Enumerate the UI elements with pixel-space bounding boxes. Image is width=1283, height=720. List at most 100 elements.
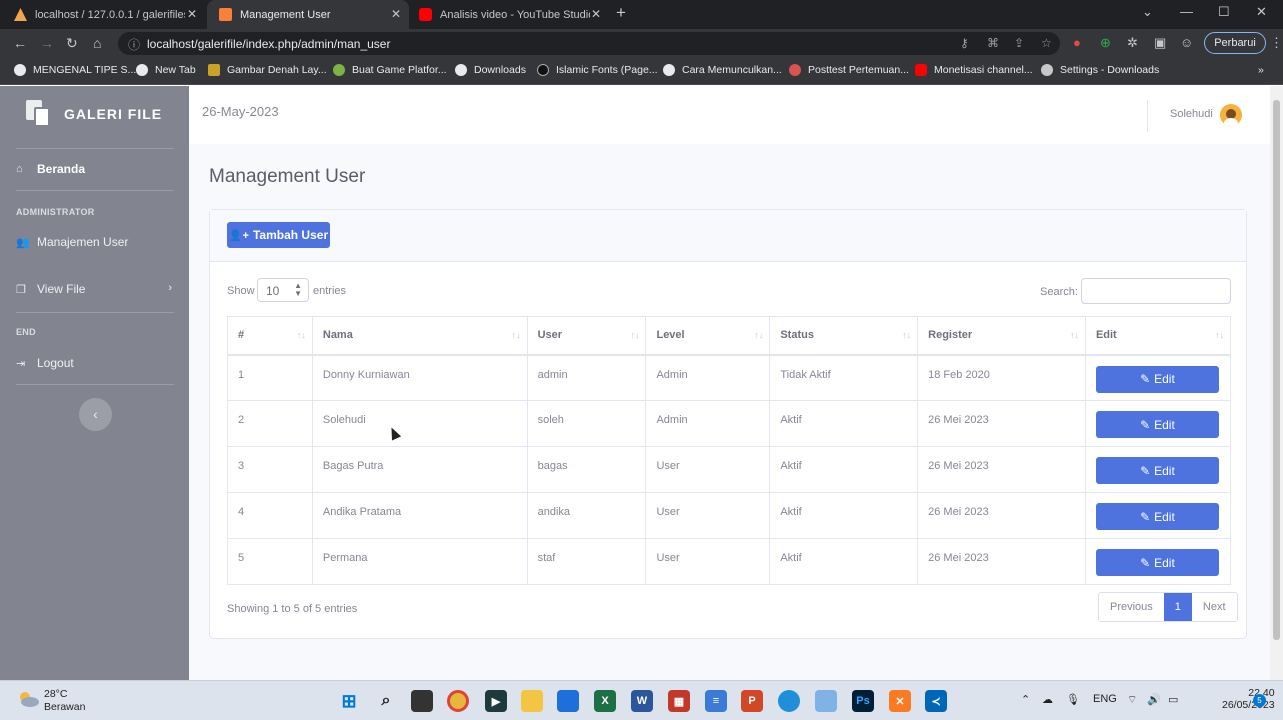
page-1-button[interactable]: 1 <box>1163 593 1192 621</box>
weather-desc[interactable]: Berawan <box>44 701 85 713</box>
edit-button[interactable]: ✎ Edit <box>1095 549 1219 576</box>
url-text[interactable]: localhost/galerifile/index.php/admin/man… <box>147 37 390 51</box>
notification-badge[interactable]: 5 <box>1253 694 1266 707</box>
bookmark-item[interactable]: Settings - Downloads <box>1041 64 1159 76</box>
page-size-select[interactable]: 10 ▲ ▼ <box>257 278 309 302</box>
sidepanel-icon[interactable]: ▣ <box>1154 35 1166 51</box>
edit-button[interactable]: ✎ Edit <box>1095 457 1219 484</box>
add-extension-icon[interactable]: ⊕ <box>1100 35 1111 51</box>
word-icon[interactable]: W <box>631 690 653 712</box>
weather-temp[interactable]: 28°C <box>44 688 67 700</box>
next-page-button[interactable]: Next <box>1192 593 1237 621</box>
browser-tab-youtube[interactable]: Analisis video - YouTube Studio ✕ <box>409 0 609 29</box>
page-scrollbar[interactable] <box>1270 86 1283 680</box>
column-header-register[interactable]: Register ↑↓ <box>917 316 1086 356</box>
edge-icon[interactable] <box>778 690 800 712</box>
bookmark-item[interactable]: Islamic Fonts (Page... <box>537 64 658 76</box>
browser-tab-phpmyadmin[interactable]: localhost / 127.0.0.1 / galerifiles_ ✕ <box>0 0 205 29</box>
edit-button[interactable]: ✎ Edit <box>1095 411 1219 438</box>
user-name[interactable]: Solehudi <box>1170 108 1213 120</box>
update-button[interactable]: Perbarui <box>1204 32 1266 54</box>
volume-icon[interactable]: 🔊 <box>1147 693 1161 706</box>
photoshop-icon[interactable]: Ps <box>852 690 874 712</box>
sidebar-item-beranda[interactable]: ⌂ Beranda <box>16 162 85 176</box>
notepad-icon[interactable]: ≡ <box>705 690 727 712</box>
wifi-icon[interactable]: ⌔ <box>1127 693 1137 707</box>
edit-button[interactable]: ✎ Edit <box>1095 365 1219 393</box>
bookmark-star-icon[interactable]: ☆ <box>1041 36 1052 50</box>
address-bar[interactable]: ⓘ localhost/galerifile/index.php/admin/m… <box>118 32 1060 55</box>
files-icon <box>26 100 52 128</box>
chevron-up-icon[interactable]: ⌃ <box>1021 693 1030 706</box>
profile-icon[interactable]: ☺ <box>1180 35 1193 50</box>
xampp-icon[interactable]: ✕ <box>889 690 911 712</box>
bookmark-item[interactable]: Monetisasi channel... <box>915 64 1033 76</box>
sidebar-toggle-button[interactable]: ‹ <box>79 398 112 431</box>
battery-icon[interactable]: ▭ <box>1168 693 1178 706</box>
scrollbar-thumb[interactable] <box>1273 100 1280 640</box>
minimize-button[interactable]: — <box>1180 4 1193 19</box>
close-window-button[interactable]: ✕ <box>1256 4 1267 20</box>
reload-icon[interactable]: ↻ <box>66 35 78 52</box>
task-view-icon[interactable] <box>411 690 433 712</box>
bookmark-item[interactable]: MENGENAL TIPE S... <box>14 64 136 76</box>
home-icon[interactable]: ⌂ <box>93 35 101 51</box>
language-indicator[interactable]: ENG <box>1093 693 1117 705</box>
chrome-icon[interactable] <box>447 690 469 712</box>
extension-icon[interactable]: ● <box>1073 35 1081 50</box>
file-explorer-icon[interactable] <box>521 690 543 712</box>
edit-button[interactable]: ✎ Edit <box>1095 503 1219 530</box>
windows-start-icon[interactable]: ⊞ <box>338 690 360 712</box>
weather-icon[interactable] <box>16 687 40 716</box>
gear-icon <box>1041 64 1053 76</box>
search-input[interactable] <box>1081 278 1231 304</box>
menu-icon[interactable]: ⋮ <box>1270 35 1283 51</box>
close-tab-icon[interactable]: ✕ <box>591 7 601 21</box>
maximize-button[interactable]: ☐ <box>1218 4 1230 20</box>
translate-icon[interactable]: ⌘ <box>987 36 999 50</box>
bookmark-item[interactable]: Downloads <box>455 64 526 76</box>
browser-tab-management-user[interactable]: Management User ✕ <box>207 0 409 29</box>
microphone-icon[interactable]: 🎙 <box>1066 693 1080 706</box>
avatar[interactable] <box>1220 104 1242 126</box>
sidebar-item-manajemen-user[interactable]: 👥 Manajemen User <box>16 235 128 249</box>
search-icon[interactable]: ⌕ <box>375 690 397 712</box>
app-icon[interactable]: ▶ <box>485 690 507 712</box>
app-icon[interactable]: ▦ <box>668 690 690 712</box>
more-bookmarks-icon[interactable]: » <box>1258 64 1264 76</box>
bookmark-item[interactable]: Cara Memunculkan... <box>663 64 782 76</box>
brand[interactable]: GALERI FILE <box>26 100 162 128</box>
close-tab-icon[interactable]: ✕ <box>187 7 197 21</box>
back-icon[interactable]: ← <box>13 35 27 51</box>
tab-search-icon[interactable]: ⌄ <box>1142 4 1153 20</box>
cloud-icon[interactable]: ☁ <box>1042 693 1053 706</box>
column-header-edit[interactable]: Edit ↑↓ <box>1084 316 1232 356</box>
bookmark-item[interactable]: New Tab <box>136 64 196 76</box>
sidebar-item-logout[interactable]: ⇥ Logout <box>16 356 74 370</box>
key-icon[interactable]: ⚷ <box>960 36 969 50</box>
app-icon[interactable] <box>815 690 837 712</box>
puzzle-icon[interactable]: ✲ <box>1127 35 1138 51</box>
add-user-button[interactable]: 👤+ Tambah User <box>227 222 330 248</box>
cell-user: soleh <box>526 400 647 447</box>
powerpoint-icon[interactable]: P <box>741 690 763 712</box>
clock[interactable]: 22.40 26/05/2023 <box>1222 687 1275 711</box>
column-header-nama[interactable]: Nama ↑↓ <box>311 316 528 356</box>
forward-icon[interactable]: → <box>40 35 54 51</box>
store-icon[interactable] <box>557 690 579 712</box>
new-tab-button[interactable]: + <box>616 3 626 23</box>
bookmark-item[interactable]: Buat Game Platfor... <box>333 64 447 76</box>
column-header-level[interactable]: Level ↑↓ <box>645 316 771 356</box>
site-info-icon[interactable]: ⓘ <box>128 36 140 53</box>
vscode-icon[interactable]: ≺ <box>925 690 947 712</box>
column-header-user[interactable]: User ↑↓ <box>526 316 647 356</box>
column-header-no[interactable]: # ↑↓ <box>227 316 313 356</box>
sidebar-item-view-file[interactable]: ❐ View File › <box>16 282 174 296</box>
previous-page-button[interactable]: Previous <box>1099 593 1164 621</box>
bookmark-item[interactable]: Posttest Pertemuan... <box>789 64 909 76</box>
column-header-status[interactable]: Status ↑↓ <box>769 316 919 356</box>
excel-icon[interactable]: X <box>594 690 616 712</box>
bookmark-item[interactable]: Gambar Denah Lay... <box>208 64 327 76</box>
close-tab-icon[interactable]: ✕ <box>391 7 401 21</box>
share-icon[interactable]: ⇪ <box>1014 36 1024 50</box>
